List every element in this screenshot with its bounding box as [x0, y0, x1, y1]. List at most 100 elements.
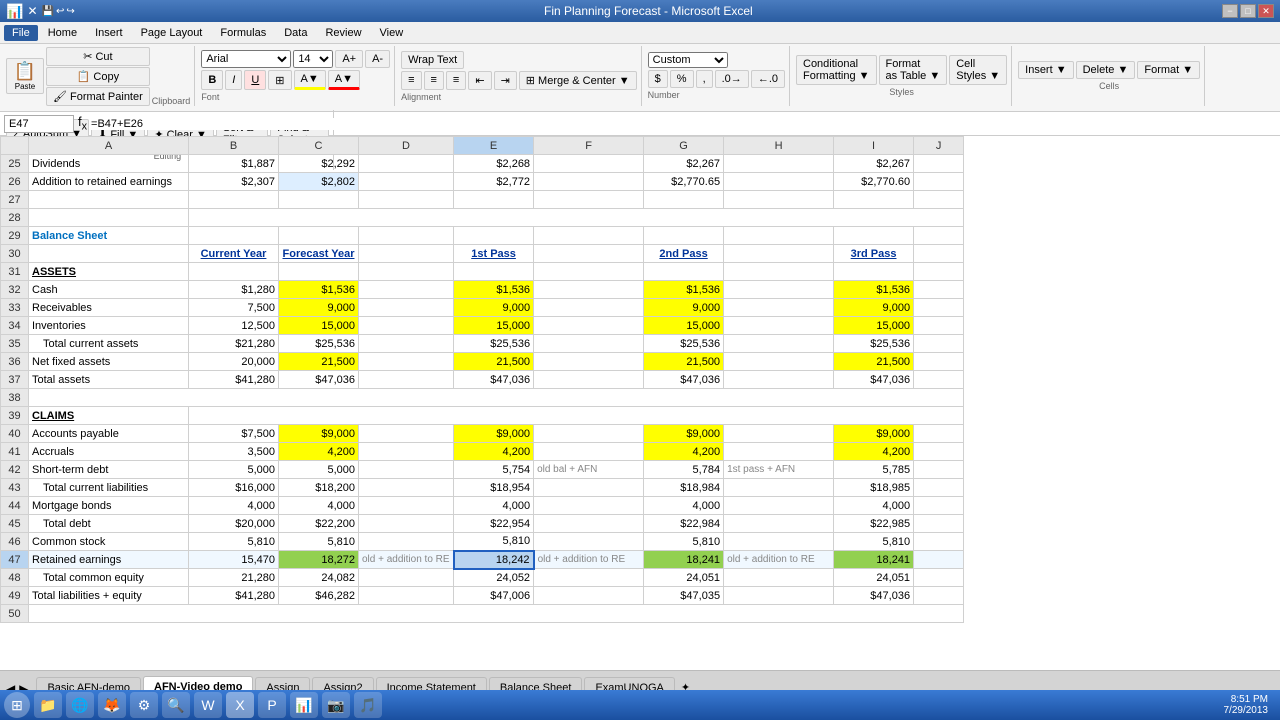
taskbar-extra1-button[interactable]: 📷	[322, 692, 350, 718]
cell-j27[interactable]	[914, 191, 964, 209]
cell-f41[interactable]	[534, 443, 644, 461]
cut-button[interactable]: ✂ Cut	[46, 47, 150, 66]
cell-a46[interactable]: Common stock	[29, 533, 189, 551]
row-number-37[interactable]: 37	[1, 371, 29, 389]
cell-e49[interactable]: $47,006	[454, 587, 534, 605]
cell-f44[interactable]	[534, 497, 644, 515]
taskbar-chrome-button[interactable]: ⚙	[130, 692, 158, 718]
taskbar-ie-button[interactable]: 🌐	[66, 692, 94, 718]
col-header-f[interactable]: F	[534, 137, 644, 155]
cell-h27[interactable]	[724, 191, 834, 209]
cell-d46[interactable]	[359, 533, 454, 551]
taskbar-firefox-button[interactable]: 🦊	[98, 692, 126, 718]
fill-color-button[interactable]: A▼	[294, 70, 326, 90]
cell-e42[interactable]: 5,754	[454, 461, 534, 479]
cell-g45[interactable]: $22,984	[644, 515, 724, 533]
cell-j47[interactable]	[914, 551, 964, 569]
cell-i33[interactable]: 9,000	[834, 299, 914, 317]
cell-i32[interactable]: $1,536	[834, 281, 914, 299]
cell-b32[interactable]: $1,280	[189, 281, 279, 299]
cell-h47[interactable]: old + addition to RE	[724, 551, 834, 569]
cell-e30[interactable]: 1st Pass	[454, 245, 534, 263]
cell-j32[interactable]	[914, 281, 964, 299]
col-header-e[interactable]: E	[454, 137, 534, 155]
cell-d40[interactable]	[359, 425, 454, 443]
cell-i48[interactable]: 24,051	[834, 569, 914, 587]
cell-g34[interactable]: 15,000	[644, 317, 724, 335]
row-number-38[interactable]: 38	[1, 389, 29, 407]
cell-b33[interactable]: 7,500	[189, 299, 279, 317]
merge-center-button[interactable]: ⊞ Merge & Center ▼	[519, 71, 637, 90]
cell-a26[interactable]: Addition to retained earnings	[29, 173, 189, 191]
cell-g42[interactable]: 5,784	[644, 461, 724, 479]
cell-c33[interactable]: 9,000	[279, 299, 359, 317]
cell-h32[interactable]	[724, 281, 834, 299]
col-header-d[interactable]: D	[359, 137, 454, 155]
cell-h30[interactable]	[724, 245, 834, 263]
cell-i30[interactable]: 3rd Pass	[834, 245, 914, 263]
font-size-select[interactable]: 14	[293, 50, 333, 68]
cell-e34[interactable]: 15,000	[454, 317, 534, 335]
cell-a43[interactable]: Total current liabilities	[29, 479, 189, 497]
cell-g40[interactable]: $9,000	[644, 425, 724, 443]
row-number-50[interactable]: 50	[1, 605, 29, 623]
cell-d37[interactable]	[359, 371, 454, 389]
cell-a29[interactable]: Balance Sheet	[29, 227, 189, 245]
align-center-button[interactable]: ≡	[424, 71, 444, 90]
row-number-41[interactable]: 41	[1, 443, 29, 461]
cell-i34[interactable]: 15,000	[834, 317, 914, 335]
cell-j44[interactable]	[914, 497, 964, 515]
cell-j31[interactable]	[914, 263, 964, 281]
cell-e48[interactable]: 24,052	[454, 569, 534, 587]
cell-b36[interactable]: 20,000	[189, 353, 279, 371]
cell-f46[interactable]	[534, 533, 644, 551]
cell-f33[interactable]	[534, 299, 644, 317]
row-number-40[interactable]: 40	[1, 425, 29, 443]
start-button[interactable]: ⊞	[4, 692, 30, 718]
row-number-32[interactable]: 32	[1, 281, 29, 299]
cell-b48[interactable]: 21,280	[189, 569, 279, 587]
cell-c49[interactable]: $46,282	[279, 587, 359, 605]
cell-a30[interactable]	[29, 245, 189, 263]
cell-g30[interactable]: 2nd Pass	[644, 245, 724, 263]
cell-i42[interactable]: 5,785	[834, 461, 914, 479]
cell-e37[interactable]: $47,036	[454, 371, 534, 389]
cell-i27[interactable]	[834, 191, 914, 209]
cell-i37[interactable]: $47,036	[834, 371, 914, 389]
cell-b46[interactable]: 5,810	[189, 533, 279, 551]
cell-f26[interactable]	[534, 173, 644, 191]
row-number-25[interactable]: 25	[1, 155, 29, 173]
cell-d34[interactable]	[359, 317, 454, 335]
cell-e47[interactable]: 18,242	[454, 551, 534, 569]
cell-h37[interactable]	[724, 371, 834, 389]
cell-d25[interactable]	[359, 155, 454, 173]
menu-formulas[interactable]: Formulas	[212, 25, 274, 41]
cell-i45[interactable]: $22,985	[834, 515, 914, 533]
cell-h29[interactable]	[724, 227, 834, 245]
formula-input[interactable]	[91, 118, 1276, 130]
cell-h35[interactable]	[724, 335, 834, 353]
taskbar-extra2-button[interactable]: 🎵	[354, 692, 382, 718]
comma-button[interactable]: ,	[696, 70, 713, 88]
cell-g26[interactable]: $2,770.65	[644, 173, 724, 191]
cell-d43[interactable]	[359, 479, 454, 497]
row-number-36[interactable]: 36	[1, 353, 29, 371]
cell-f48[interactable]	[534, 569, 644, 587]
col-header-h[interactable]: H	[724, 137, 834, 155]
cell-h42[interactable]: 1st pass + AFN	[724, 461, 834, 479]
cell-c31[interactable]	[279, 263, 359, 281]
cell-c41[interactable]: 4,200	[279, 443, 359, 461]
cell-j43[interactable]	[914, 479, 964, 497]
cell-i29[interactable]	[834, 227, 914, 245]
cell-i41[interactable]: 4,200	[834, 443, 914, 461]
cell-a28[interactable]	[29, 209, 189, 227]
cell-f34[interactable]	[534, 317, 644, 335]
cell-g35[interactable]: $25,536	[644, 335, 724, 353]
paste-button[interactable]: 📋Paste	[6, 58, 44, 94]
cell-h36[interactable]	[724, 353, 834, 371]
cell-b45[interactable]: $20,000	[189, 515, 279, 533]
row-number-35[interactable]: 35	[1, 335, 29, 353]
cell-g41[interactable]: 4,200	[644, 443, 724, 461]
indent-decrease-button[interactable]: ⇤	[468, 71, 491, 90]
cell-styles-button[interactable]: CellStyles ▼	[949, 55, 1007, 85]
